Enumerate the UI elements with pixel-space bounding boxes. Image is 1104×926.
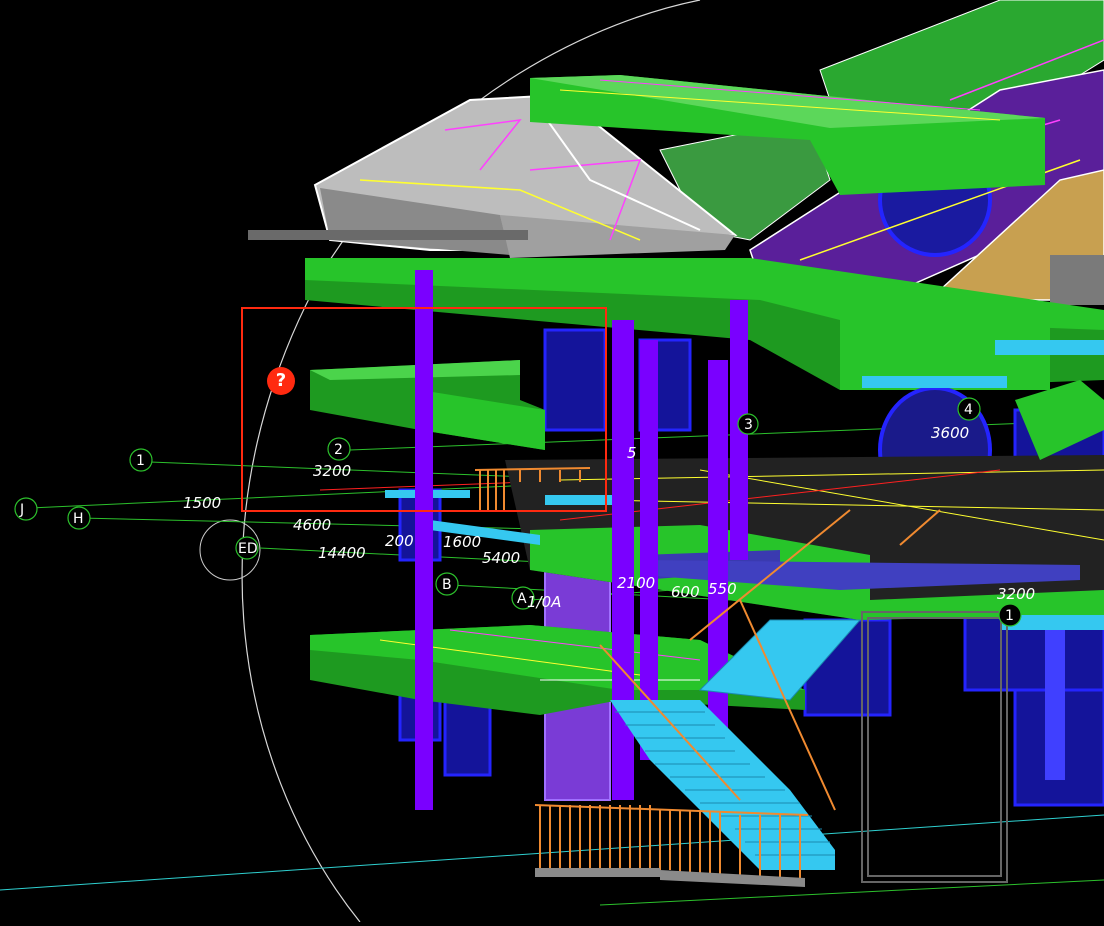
ground-grid [599,879,1104,906]
dim-3600: 3600 [931,424,969,442]
dim-4600: 4600 [293,516,331,534]
dim-1500: 1500 [183,494,221,512]
selection-box[interactable] [241,307,607,512]
dim-1-0A: 1/0A [527,593,561,611]
grid-label-4: 4 [964,402,973,418]
question-icon[interactable]: ? [267,367,295,395]
grid-label-J: J [19,502,24,518]
dim-550: 550 [708,580,737,598]
grid-label-A: A [517,591,527,607]
grid-label-ED: ED [238,541,258,557]
3d-model-viewport[interactable]: 1 2 4 J H ED B A 1 3 3200 1500 4600 1440… [0,0,1104,923]
grid-bubble-J [14,497,38,521]
dim-200: 200 [385,532,414,550]
grid-label-3: 3 [744,417,753,433]
dim-5400: 5400 [482,549,520,567]
grid-label-1-right: 1 [1005,608,1014,624]
dim-1600: 1600 [443,533,481,551]
dim-14400: 14400 [318,544,366,562]
dim-2100: 2100 [617,574,655,592]
grid-label-B: B [442,577,452,593]
grid-label-H: H [73,511,84,527]
ground-line [0,814,1104,891]
dim-3200-right: 3200 [997,585,1035,603]
dim-600: 600 [671,583,700,601]
dim-5: 5 [627,444,637,462]
grid-label-1: 1 [136,453,145,469]
